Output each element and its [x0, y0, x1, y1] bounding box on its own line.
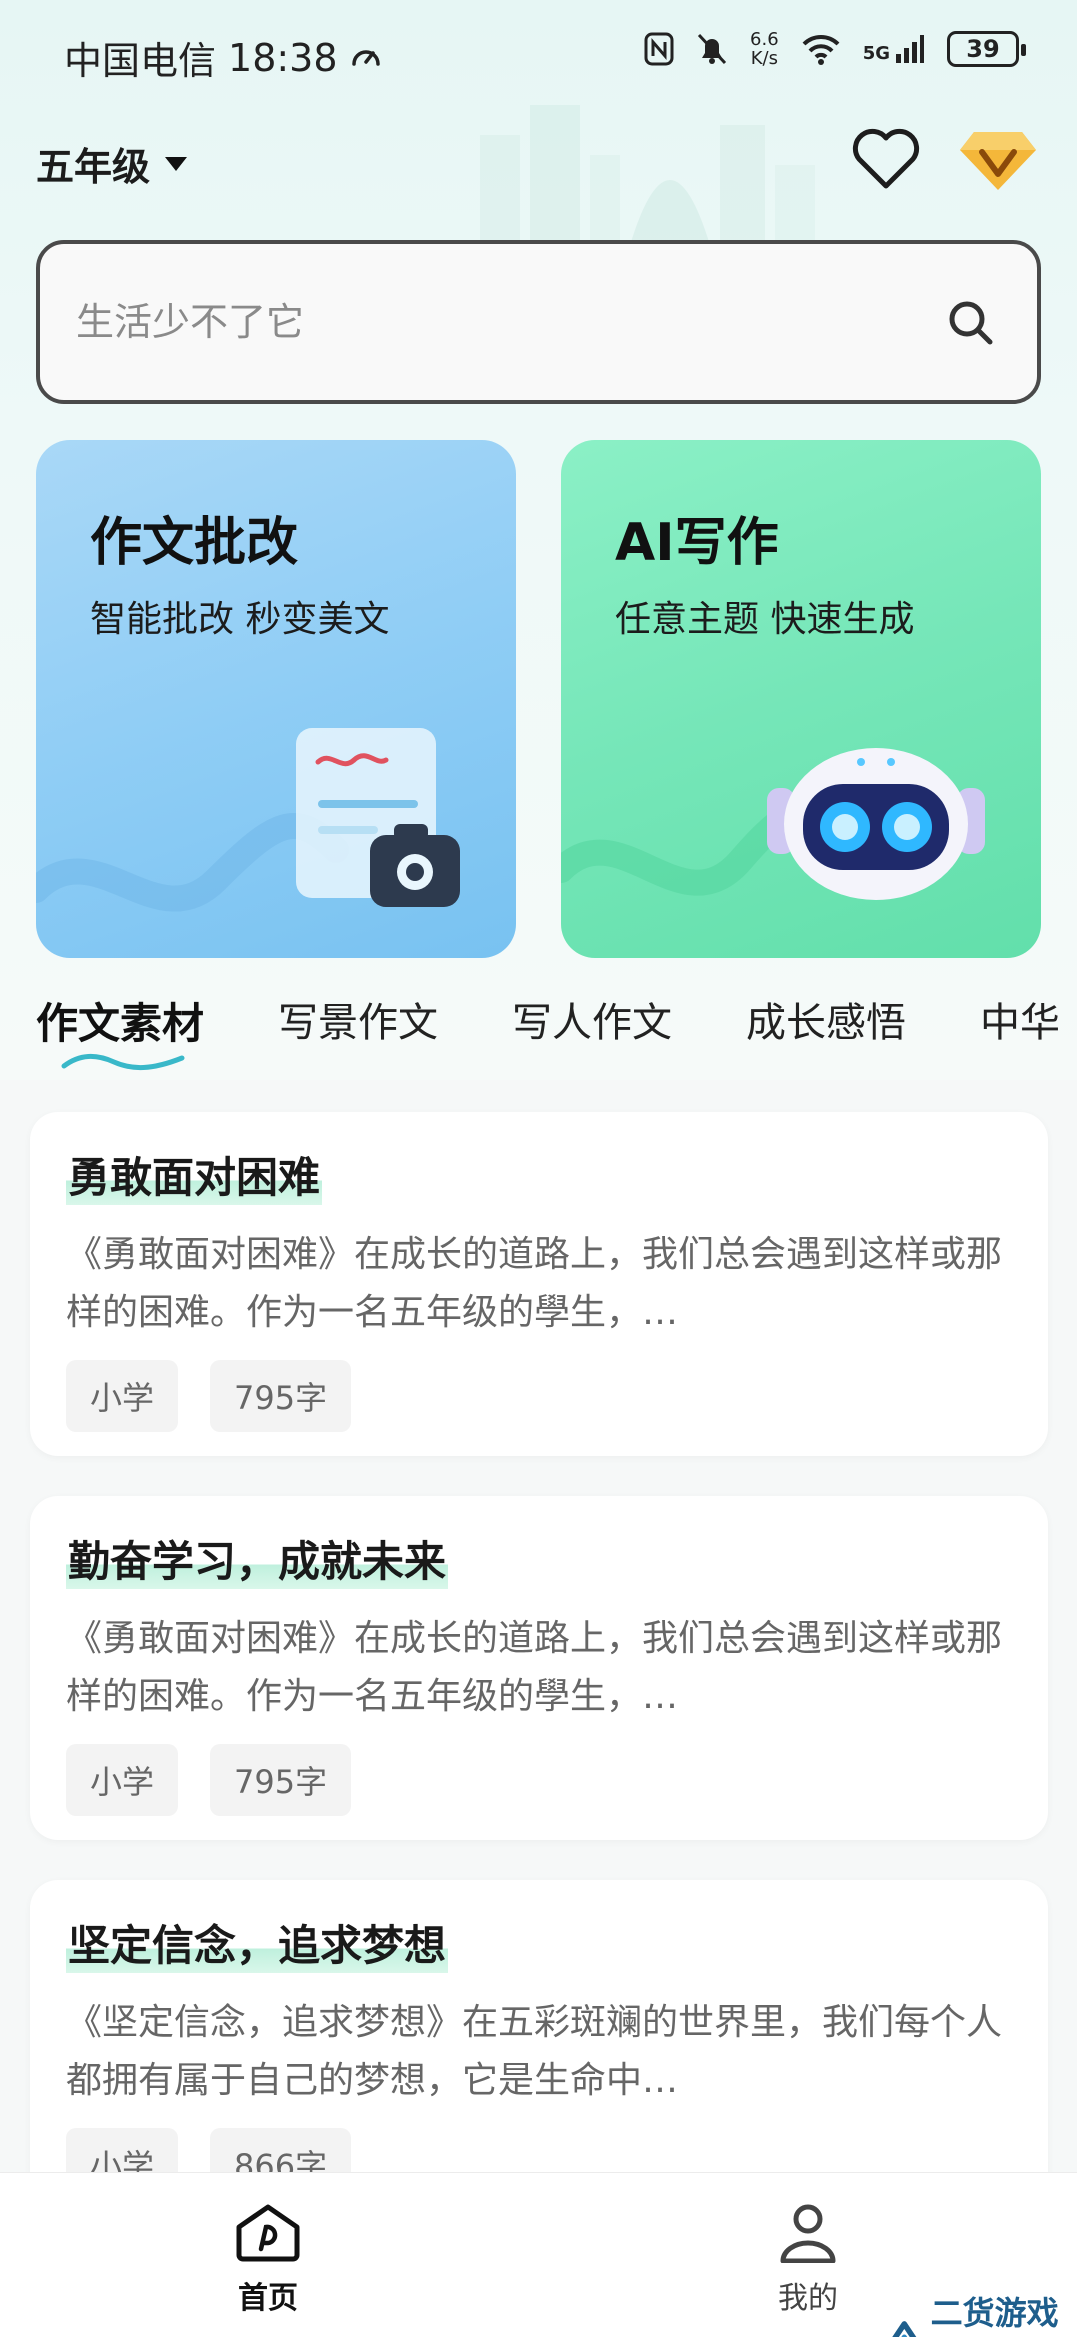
tab-people-essays[interactable]: 写人作文	[512, 990, 672, 1048]
article-tags: 小学 795字	[66, 1360, 352, 1432]
tab-chinese-culture[interactable]: 中华	[980, 990, 1060, 1048]
net-speed-value: 6.6	[750, 29, 779, 50]
status-right: 6.6 K/s 5G 39	[644, 30, 1026, 68]
carrier-label: 中国电信	[64, 39, 217, 83]
article-title: 勤奋学习，成就未来	[66, 1528, 449, 1589]
search-icon[interactable]	[947, 299, 993, 345]
article-excerpt: 《勇敢面对困难》在成长的道路上，我们总会遇到这样或那样的困难。作为一名五年级的學…	[66, 1234, 1003, 1333]
signal-indicator: 5G	[863, 34, 925, 64]
level-tag: 小学	[66, 1744, 179, 1816]
ai-writing-title: AI写作	[615, 513, 779, 573]
essay-correction-card[interactable]: 作文批改 智能批改 秒变美文	[36, 440, 516, 958]
article-card[interactable]: 勤奋学习，成就未来 《勇敢面对困难》在成长的道路上，我们总会遇到这样或那样的困难…	[30, 1496, 1048, 1840]
search-input[interactable]	[76, 300, 947, 344]
tab-growth-reflections[interactable]: 成长感悟	[746, 990, 906, 1048]
wifi-icon	[802, 34, 840, 65]
home-icon	[236, 2204, 300, 2262]
network-type: 5G	[862, 43, 890, 64]
article-excerpt: 《坚定信念，追求梦想》在五彩斑斓的世界里，我们每个人都拥有属于自己的梦想，它是生…	[66, 2002, 1003, 2101]
ai-writing-card[interactable]: AI写作 任意主题 快速生成	[561, 440, 1041, 958]
speed-gauge-icon	[351, 49, 380, 66]
nav-home-label: 首页	[238, 2281, 298, 2316]
city-skyline-decoration	[480, 105, 815, 245]
word-count-tag: 795字	[210, 1360, 352, 1432]
nfc-icon	[644, 32, 674, 66]
essay-correction-subtitle: 智能批改 秒变美文	[90, 599, 390, 640]
document-camera-icon	[296, 728, 460, 907]
network-speed: 6.6 K/s	[750, 30, 779, 68]
nav-profile-label: 我的	[778, 2281, 838, 2316]
search-bar[interactable]	[36, 240, 1041, 404]
article-tags: 小学 795字	[66, 1744, 352, 1816]
level-tag: 小学	[66, 1360, 179, 1432]
watermark-text: 二货游戏园	[930, 2294, 1059, 2332]
article-excerpt: 《勇敢面对困难》在成长的道路上，我们总会遇到这样或那样的困难。作为一名五年级的學…	[66, 1618, 1003, 1717]
vip-diamond-icon[interactable]	[958, 126, 1038, 192]
nav-home[interactable]: 首页	[193, 2203, 343, 2317]
net-speed-unit: K/s	[750, 48, 778, 69]
grade-selector[interactable]: 五年级	[36, 136, 188, 191]
site-watermark: 二货游戏园	[886, 2288, 1077, 2337]
essay-correction-title: 作文批改	[90, 513, 299, 573]
battery-indicator: 39	[947, 31, 1026, 67]
watermark-logo-icon	[892, 2321, 917, 2337]
profile-icon	[780, 2204, 836, 2263]
mute-bell-icon	[697, 33, 727, 65]
favorites-heart-icon[interactable]	[850, 126, 922, 192]
active-tab-underline	[61, 1054, 185, 1071]
article-title: 勇敢面对困难	[66, 1144, 323, 1205]
tab-essay-materials[interactable]: 作文素材	[36, 990, 204, 1051]
signal-bars-icon	[896, 35, 924, 63]
tab-scenery-essays[interactable]: 写景作文	[278, 990, 438, 1048]
article-card[interactable]: 勇敢面对困难 《勇敢面对困难》在成长的道路上，我们总会遇到这样或那样的困难。作为…	[30, 1112, 1048, 1456]
status-left: 中国电信 18:38	[64, 30, 382, 85]
nav-profile[interactable]: 我的	[733, 2203, 883, 2317]
robot-icon	[767, 748, 985, 900]
category-tabs: 作文素材 写景作文 写人作文 成长感悟 中华	[36, 990, 1077, 1090]
word-count-tag: 795字	[210, 1744, 352, 1816]
clock-time: 18:38	[228, 35, 338, 80]
status-bar: 中国电信 18:38 6.6 K/s 5G 39	[0, 0, 1077, 110]
grade-label: 五年级	[36, 145, 151, 189]
caret-down-icon	[165, 156, 188, 171]
article-title: 坚定信念，追求梦想	[66, 1912, 449, 1973]
ai-writing-subtitle: 任意主题 快速生成	[615, 599, 915, 640]
